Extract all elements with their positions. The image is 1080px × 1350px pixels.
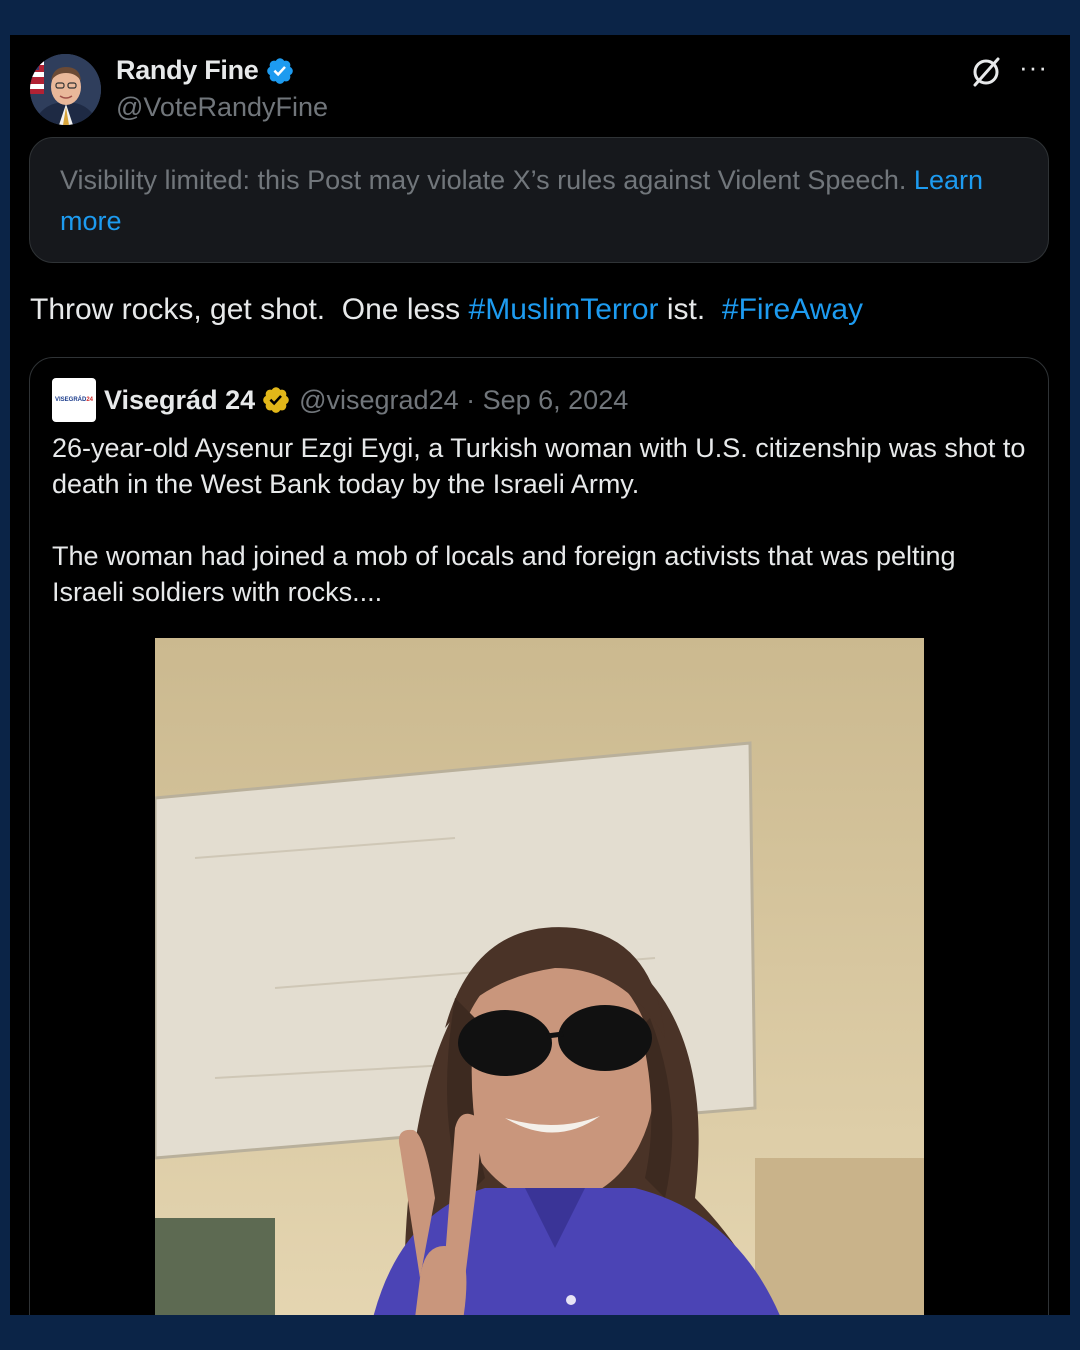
visibility-limited-notice: Visibility limited: this Post may violat… xyxy=(29,137,1049,263)
author-name-row: Randy Fine xyxy=(116,55,295,86)
photo-woman-peace-sign xyxy=(155,638,924,1315)
tweet-text-part-2: ist. xyxy=(658,293,722,326)
quoted-post-header: VISEGRÁD24 Visegrád 24 @visegrad24 · Sep… xyxy=(52,378,628,422)
post-actions-top: ··· xyxy=(969,54,1048,89)
logo-text-a: VISEGRÁD xyxy=(54,397,87,403)
author-avatar[interactable] xyxy=(30,54,101,125)
more-options-icon[interactable]: ··· xyxy=(1019,54,1048,80)
tweet-text: Throw rocks, get shot. One less #MuslimT… xyxy=(30,293,863,327)
tweet-text-part-1: Throw rocks, get shot. One less xyxy=(30,293,469,326)
author-name[interactable]: Randy Fine xyxy=(116,55,259,86)
hashtag-muslimterror[interactable]: #MuslimTerror xyxy=(469,293,659,326)
post-header: Randy Fine @VoteRandyFine ··· xyxy=(10,35,1070,135)
verified-badge-icon[interactable] xyxy=(265,56,295,86)
author-handle[interactable]: @VoteRandyFine xyxy=(116,92,328,123)
quoted-handle-date[interactable]: @visegrad24 · Sep 6, 2024 xyxy=(299,385,628,416)
logo-text-b: 24 xyxy=(86,397,94,403)
quoted-paragraph-1: 26-year-old Aysenur Ezgi Eygi, a Turkish… xyxy=(52,433,1026,499)
tweet-frame: Randy Fine @VoteRandyFine ··· Visibility… xyxy=(10,35,1070,1315)
quoted-post-photo[interactable] xyxy=(155,638,924,1315)
quoted-post-text: 26-year-old Aysenur Ezgi Eygi, a Turkish… xyxy=(52,430,1032,646)
quoted-author-avatar[interactable]: VISEGRÁD24 xyxy=(52,378,96,422)
quoted-logo-text: VISEGRÁD24 xyxy=(55,397,93,403)
quoted-paragraph-2: The woman had joined a mob of locals and… xyxy=(52,541,956,607)
grok-slash-icon[interactable] xyxy=(969,55,1003,89)
hashtag-fireaway[interactable]: #FireAway xyxy=(722,293,863,326)
notice-text: Visibility limited: this Post may violat… xyxy=(60,165,914,195)
quoted-post[interactable]: VISEGRÁD24 Visegrád 24 @visegrad24 · Sep… xyxy=(29,357,1049,1315)
quoted-author-name[interactable]: Visegrád 24 xyxy=(104,385,255,416)
gold-verified-badge-icon xyxy=(261,385,291,415)
avatar-image xyxy=(30,54,101,125)
